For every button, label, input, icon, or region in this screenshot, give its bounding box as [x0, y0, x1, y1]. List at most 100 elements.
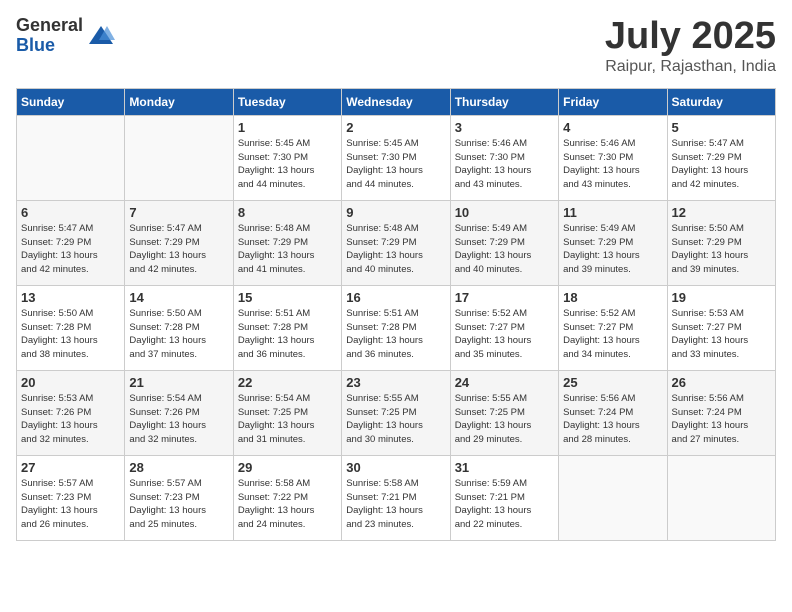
calendar-cell: 3 Sunrise: 5:46 AMSunset: 7:30 PMDaylight… — [450, 115, 558, 200]
day-info: Sunrise: 5:59 AMSunset: 7:21 PMDaylight:… — [455, 477, 554, 532]
week-row-3: 13 Sunrise: 5:50 AMSunset: 7:28 PMDayligh… — [17, 285, 776, 370]
calendar-cell: 12 Sunrise: 5:50 AMSunset: 7:29 PMDayligh… — [667, 200, 775, 285]
day-info: Sunrise: 5:47 AMSunset: 7:29 PMDaylight:… — [21, 222, 120, 277]
calendar-cell: 18 Sunrise: 5:52 AMSunset: 7:27 PMDayligh… — [559, 285, 667, 370]
calendar-cell: 21 Sunrise: 5:54 AMSunset: 7:26 PMDayligh… — [125, 370, 233, 455]
day-number: 14 — [129, 290, 228, 305]
day-info: Sunrise: 5:46 AMSunset: 7:30 PMDaylight:… — [563, 137, 662, 192]
calendar-cell: 28Sunrise: 5:57 AMSunset: 7:23 PMDayligh… — [125, 455, 233, 540]
day-info: Sunrise: 5:51 AMSunset: 7:28 PMDaylight:… — [238, 307, 337, 362]
day-info: Sunrise: 5:55 AMSunset: 7:25 PMDaylight:… — [346, 392, 445, 447]
weekday-header-tuesday: Tuesday — [233, 88, 341, 115]
day-number: 30 — [346, 460, 445, 475]
calendar-cell: 10Sunrise: 5:49 AMSunset: 7:29 PMDayligh… — [450, 200, 558, 285]
day-number: 4 — [563, 120, 662, 135]
day-info: Sunrise: 5:57 AMSunset: 7:23 PMDaylight:… — [129, 477, 228, 532]
day-info: Sunrise: 5:46 AMSunset: 7:30 PMDaylight:… — [455, 137, 554, 192]
day-info: Sunrise: 5:52 AMSunset: 7:27 PMDaylight:… — [563, 307, 662, 362]
day-number: 16 — [346, 290, 445, 305]
day-info: Sunrise: 5:56 AMSunset: 7:24 PMDaylight:… — [672, 392, 771, 447]
day-number: 10 — [455, 205, 554, 220]
day-number: 8 — [238, 205, 337, 220]
day-info: Sunrise: 5:54 AMSunset: 7:26 PMDaylight:… — [129, 392, 228, 447]
calendar-cell: 19 Sunrise: 5:53 AMSunset: 7:27 PMDayligh… — [667, 285, 775, 370]
day-info: Sunrise: 5:53 AMSunset: 7:26 PMDaylight:… — [21, 392, 120, 447]
day-number: 23 — [346, 375, 445, 390]
day-info: Sunrise: 5:51 AMSunset: 7:28 PMDaylight:… — [346, 307, 445, 362]
calendar-cell: 17 Sunrise: 5:52 AMSunset: 7:27 PMDayligh… — [450, 285, 558, 370]
day-info: Sunrise: 5:47 AMSunset: 7:29 PMDaylight:… — [672, 137, 771, 192]
calendar-cell: 29Sunrise: 5:58 AMSunset: 7:22 PMDayligh… — [233, 455, 341, 540]
day-info: Sunrise: 5:57 AMSunset: 7:23 PMDaylight:… — [21, 477, 120, 532]
day-number: 15 — [238, 290, 337, 305]
day-number: 24 — [455, 375, 554, 390]
week-row-5: 27 Sunrise: 5:57 AMSunset: 7:23 PMDayligh… — [17, 455, 776, 540]
weekday-header-saturday: Saturday — [667, 88, 775, 115]
day-info: Sunrise: 5:53 AMSunset: 7:27 PMDaylight:… — [672, 307, 771, 362]
calendar-cell: 1 Sunrise: 5:45 AMSunset: 7:30 PMDaylight… — [233, 115, 341, 200]
day-info: Sunrise: 5:48 AMSunset: 7:29 PMDaylight:… — [238, 222, 337, 277]
day-number: 6 — [21, 205, 120, 220]
calendar-cell: 25 Sunrise: 5:56 AMSunset: 7:24 PMDayligh… — [559, 370, 667, 455]
day-number: 7 — [129, 205, 228, 220]
calendar-cell: 22 Sunrise: 5:54 AMSunset: 7:25 PMDayligh… — [233, 370, 341, 455]
day-number: 21 — [129, 375, 228, 390]
week-row-4: 20 Sunrise: 5:53 AMSunset: 7:26 PMDayligh… — [17, 370, 776, 455]
day-info: Sunrise: 5:56 AMSunset: 7:24 PMDaylight:… — [563, 392, 662, 447]
calendar-cell: 16 Sunrise: 5:51 AMSunset: 7:28 PMDayligh… — [342, 285, 450, 370]
day-number: 22 — [238, 375, 337, 390]
week-row-2: 6 Sunrise: 5:47 AMSunset: 7:29 PMDaylight… — [17, 200, 776, 285]
calendar-cell: 30 Sunrise: 5:58 AMSunset: 7:21 PMDayligh… — [342, 455, 450, 540]
calendar-cell — [17, 115, 125, 200]
calendar-cell: 8 Sunrise: 5:48 AMSunset: 7:29 PMDaylight… — [233, 200, 341, 285]
calendar-cell: 6 Sunrise: 5:47 AMSunset: 7:29 PMDaylight… — [17, 200, 125, 285]
logo-icon — [87, 22, 115, 50]
calendar-cell: 14 Sunrise: 5:50 AMSunset: 7:28 PMDayligh… — [125, 285, 233, 370]
day-info: Sunrise: 5:50 AMSunset: 7:29 PMDaylight:… — [672, 222, 771, 277]
calendar-table: SundayMondayTuesdayWednesdayThursdayFrid… — [16, 88, 776, 541]
day-number: 17 — [455, 290, 554, 305]
calendar-cell: 15 Sunrise: 5:51 AMSunset: 7:28 PMDayligh… — [233, 285, 341, 370]
calendar-cell: 7Sunrise: 5:47 AMSunset: 7:29 PMDaylight… — [125, 200, 233, 285]
day-number: 20 — [21, 375, 120, 390]
day-info: Sunrise: 5:48 AMSunset: 7:29 PMDaylight:… — [346, 222, 445, 277]
day-number: 5 — [672, 120, 771, 135]
day-info: Sunrise: 5:49 AMSunset: 7:29 PMDaylight:… — [563, 222, 662, 277]
day-number: 18 — [563, 290, 662, 305]
calendar-cell: 20 Sunrise: 5:53 AMSunset: 7:26 PMDayligh… — [17, 370, 125, 455]
weekday-header-wednesday: Wednesday — [342, 88, 450, 115]
day-info: Sunrise: 5:55 AMSunset: 7:25 PMDaylight:… — [455, 392, 554, 447]
logo-general-text: General — [16, 16, 83, 36]
calendar-cell — [559, 455, 667, 540]
day-info: Sunrise: 5:50 AMSunset: 7:28 PMDaylight:… — [129, 307, 228, 362]
week-row-1: 1 Sunrise: 5:45 AMSunset: 7:30 PMDaylight… — [17, 115, 776, 200]
calendar-cell: 26 Sunrise: 5:56 AMSunset: 7:24 PMDayligh… — [667, 370, 775, 455]
weekday-header-row: SundayMondayTuesdayWednesdayThursdayFrid… — [17, 88, 776, 115]
calendar-cell: 23 Sunrise: 5:55 AMSunset: 7:25 PMDayligh… — [342, 370, 450, 455]
calendar-cell — [667, 455, 775, 540]
calendar-cell: 4 Sunrise: 5:46 AMSunset: 7:30 PMDaylight… — [559, 115, 667, 200]
day-number: 31 — [455, 460, 554, 475]
weekday-header-friday: Friday — [559, 88, 667, 115]
weekday-header-thursday: Thursday — [450, 88, 558, 115]
day-info: Sunrise: 5:58 AMSunset: 7:21 PMDaylight:… — [346, 477, 445, 532]
day-info: Sunrise: 5:52 AMSunset: 7:27 PMDaylight:… — [455, 307, 554, 362]
day-number: 12 — [672, 205, 771, 220]
day-number: 26 — [672, 375, 771, 390]
day-info: Sunrise: 5:54 AMSunset: 7:25 PMDaylight:… — [238, 392, 337, 447]
day-number: 27 — [21, 460, 120, 475]
weekday-header-monday: Monday — [125, 88, 233, 115]
day-info: Sunrise: 5:45 AMSunset: 7:30 PMDaylight:… — [238, 137, 337, 192]
page-header: General Blue July 2025 Raipur, Rajasthan… — [16, 16, 776, 76]
day-number: 25 — [563, 375, 662, 390]
day-number: 13 — [21, 290, 120, 305]
calendar-cell: 31 Sunrise: 5:59 AMSunset: 7:21 PMDayligh… — [450, 455, 558, 540]
day-number: 1 — [238, 120, 337, 135]
month-title: July 2025 — [605, 16, 776, 58]
day-number: 3 — [455, 120, 554, 135]
day-number: 2 — [346, 120, 445, 135]
calendar-cell: 11Sunrise: 5:49 AMSunset: 7:29 PMDayligh… — [559, 200, 667, 285]
title-block: July 2025 Raipur, Rajasthan, India — [605, 16, 776, 76]
day-number: 19 — [672, 290, 771, 305]
location: Raipur, Rajasthan, India — [605, 58, 776, 76]
